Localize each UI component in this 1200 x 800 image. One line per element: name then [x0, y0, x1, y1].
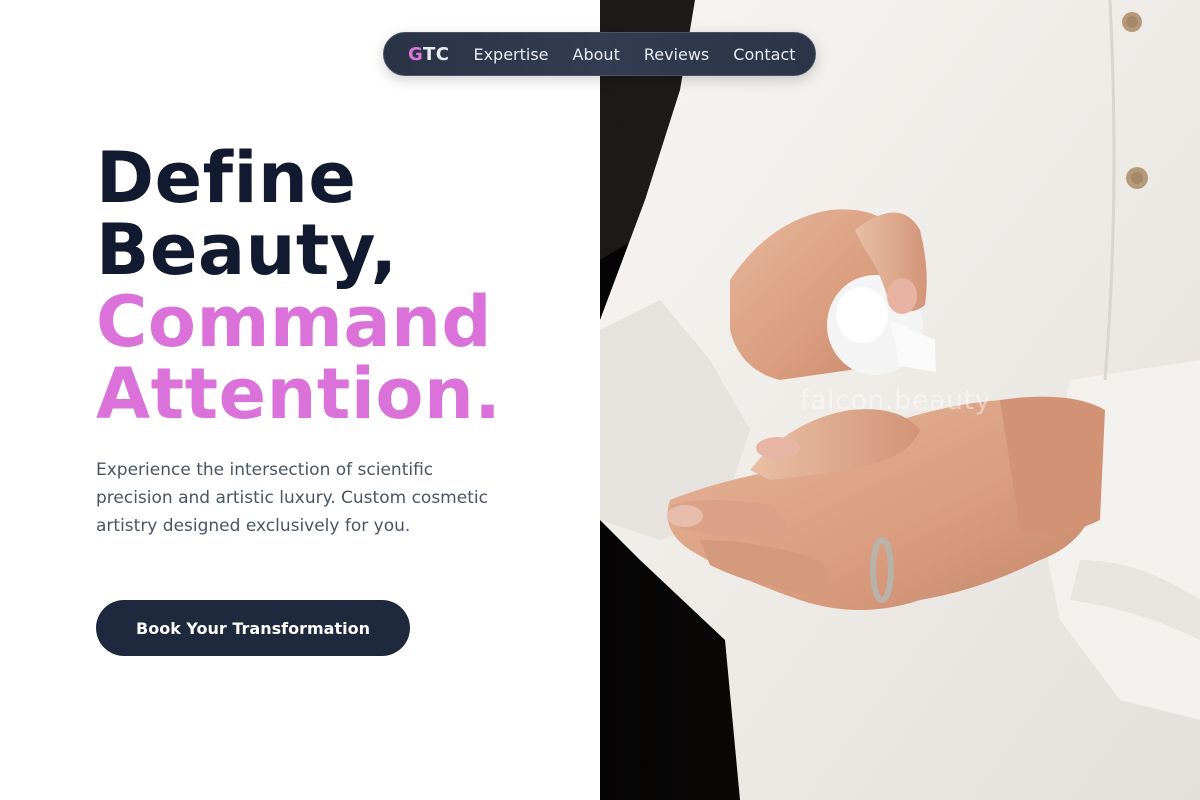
- top-navigation: GTC Expertise About Reviews Contact: [383, 32, 816, 76]
- brand-logo[interactable]: GTC: [408, 44, 449, 65]
- nav-link-reviews[interactable]: Reviews: [644, 45, 709, 64]
- nav-link-about[interactable]: About: [573, 45, 620, 64]
- logo-letter-g: G: [408, 43, 423, 65]
- headline-line-4: Attention.: [96, 353, 502, 435]
- headline-line-1: Define: [96, 137, 357, 219]
- nav-link-expertise[interactable]: Expertise: [473, 45, 548, 64]
- headline-line-3: Command: [96, 281, 493, 363]
- hero-left-panel: Define Beauty, Command Attention. Experi…: [0, 0, 600, 800]
- photo-watermark: falcon.beauty: [800, 385, 992, 416]
- nav-link-contact[interactable]: Contact: [733, 45, 795, 64]
- logo-letters-tc: TC: [422, 43, 450, 65]
- landing-page: Define Beauty, Command Attention. Experi…: [0, 0, 1200, 800]
- book-transformation-button[interactable]: Book Your Transformation: [96, 600, 410, 656]
- hero-headline: Define Beauty, Command Attention.: [96, 142, 501, 430]
- hero-photo: falcon.beauty: [600, 0, 1200, 800]
- hero-subtext: Experience the intersection of scientifi…: [96, 460, 488, 536]
- headline-line-2: Beauty,: [96, 209, 398, 291]
